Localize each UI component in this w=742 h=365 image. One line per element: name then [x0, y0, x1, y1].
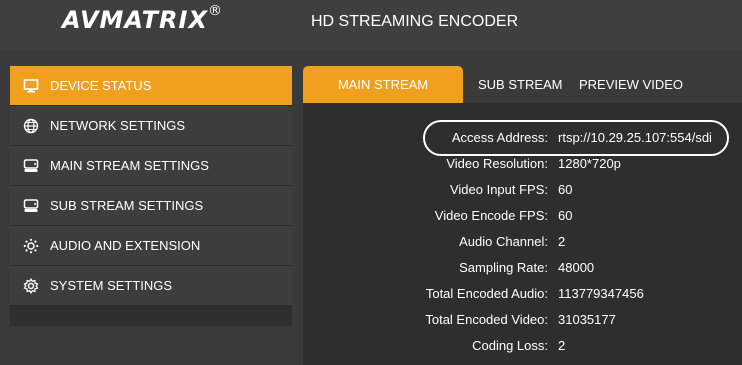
gear-icon	[22, 277, 40, 295]
status-label: Audio Channel:	[459, 234, 548, 249]
status-label: Sampling Rate:	[459, 260, 548, 275]
status-label: Coding Loss:	[472, 338, 548, 353]
status-value: 113779347456	[558, 286, 644, 301]
status-row-sampling-rate: Sampling Rate: 48000	[303, 260, 742, 280]
drive-icon	[22, 157, 40, 175]
sidebar-item-sub-stream-settings[interactable]: SUB STREAM SETTINGS	[10, 186, 292, 226]
sidebar-item-main-stream-settings[interactable]: MAIN STREAM SETTINGS	[10, 146, 292, 186]
globe-icon	[22, 117, 40, 135]
status-row-video-input-fps: Video Input FPS: 60	[303, 182, 742, 202]
status-value: 1280*720p	[558, 156, 621, 171]
sidebar-item-label: AUDIO AND EXTENSION	[50, 238, 201, 253]
status-row-video-encode-fps: Video Encode FPS: 60	[303, 208, 742, 228]
content-area: DEVICE STATUS NETWORK SETTINGS MAIN STRE…	[0, 50, 742, 365]
sidebar-item-label: DEVICE STATUS	[50, 78, 152, 93]
status-label: Total Encoded Video:	[425, 312, 548, 327]
app-header: AVMATRIX® HD STREAMING ENCODER	[0, 0, 742, 50]
monitor-icon	[22, 77, 40, 95]
status-info-panel: Access Address: rtsp://10.29.25.107:554/…	[303, 103, 742, 365]
status-row-audio-channel: Audio Channel: 2	[303, 234, 742, 254]
app-title: HD STREAMING ENCODER	[311, 13, 519, 30]
sidebar-item-device-status[interactable]: DEVICE STATUS	[10, 66, 292, 106]
status-row-access-address: Access Address: rtsp://10.29.25.107:554/…	[303, 130, 742, 150]
status-label: Access Address:	[451, 130, 548, 145]
status-row-total-encoded-audio: Total Encoded Audio: 113779347456	[303, 286, 742, 306]
brand-logo: AVMATRIX®	[62, 3, 223, 34]
status-row-total-encoded-video: Total Encoded Video: 31035177	[303, 312, 742, 332]
sidebar-item-label: SUB STREAM SETTINGS	[50, 198, 204, 213]
tab-main-stream[interactable]: MAIN STREAM	[303, 66, 463, 103]
main-panel: MAIN STREAM SUB STREAM PREVIEW VIDEO Acc…	[303, 66, 742, 365]
tab-bar: MAIN STREAM SUB STREAM PREVIEW VIDEO	[303, 66, 742, 103]
brand-name: AVMATRIX	[62, 6, 208, 34]
sidebar-item-label: NETWORK SETTINGS	[50, 118, 186, 133]
status-row-coding-loss: Coding Loss: 2	[303, 338, 742, 358]
gear-dots-icon	[22, 237, 40, 255]
status-value: 60	[558, 208, 573, 223]
status-label: Video Input FPS:	[449, 182, 548, 197]
brand-mark: ®	[207, 3, 223, 19]
tab-sub-stream[interactable]: SUB STREAM	[478, 66, 563, 103]
status-value: 60	[558, 182, 573, 197]
status-label: Total Encoded Audio:	[425, 286, 548, 301]
status-value: 31035177	[558, 312, 616, 327]
status-label: Video Encode FPS:	[434, 208, 548, 223]
sidebar-item-network-settings[interactable]: NETWORK SETTINGS	[10, 106, 292, 146]
tab-preview-video[interactable]: PREVIEW VIDEO	[579, 66, 683, 103]
sidebar-item-label: MAIN STREAM SETTINGS	[50, 158, 209, 173]
sidebar: DEVICE STATUS NETWORK SETTINGS MAIN STRE…	[10, 66, 292, 326]
status-row-video-resolution: Video Resolution: 1280*720p	[303, 156, 742, 176]
status-value: 2	[558, 234, 566, 249]
drive-icon	[22, 197, 40, 215]
status-value: 2	[558, 338, 566, 353]
sidebar-item-audio-and-extension[interactable]: AUDIO AND EXTENSION	[10, 226, 292, 266]
sidebar-item-system-settings[interactable]: SYSTEM SETTINGS	[10, 266, 292, 306]
status-label: Video Resolution:	[446, 156, 548, 171]
sidebar-footer	[10, 306, 292, 326]
status-value: rtsp://10.29.25.107:554/sdi	[558, 130, 712, 145]
sidebar-item-label: SYSTEM SETTINGS	[50, 278, 173, 293]
status-value: 48000	[558, 260, 595, 275]
